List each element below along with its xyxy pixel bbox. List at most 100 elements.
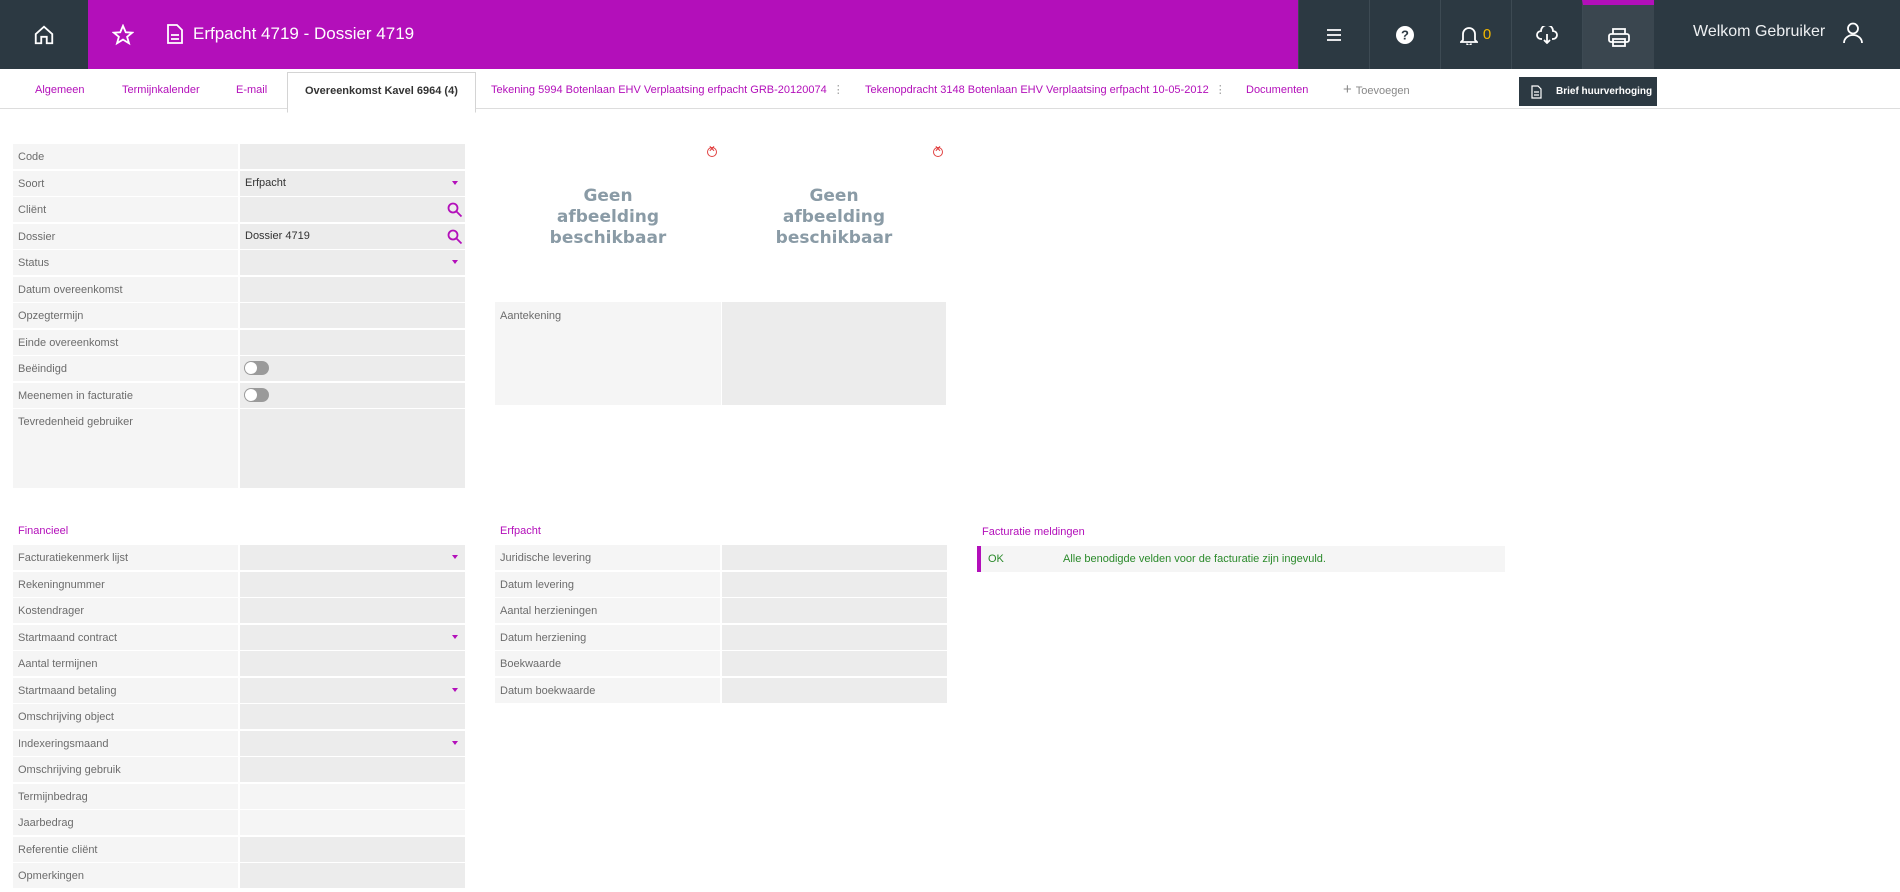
form-row: Indexeringsmaand bbox=[13, 730, 465, 757]
omschrijving-object-field[interactable] bbox=[240, 704, 465, 729]
form-row-meenemen: Meenemen in facturatie bbox=[13, 382, 465, 409]
status-select[interactable] bbox=[240, 250, 465, 275]
omschrijving-gebruik-field[interactable] bbox=[240, 757, 465, 782]
datum-boekwaarde-field[interactable] bbox=[722, 677, 947, 703]
meenemen-toggle[interactable] bbox=[244, 387, 269, 402]
facturatiekenmerk-select[interactable] bbox=[240, 545, 465, 570]
download-button[interactable] bbox=[1511, 0, 1581, 69]
document-icon bbox=[165, 22, 185, 46]
close-icon[interactable] bbox=[933, 144, 943, 157]
field-label: Datum overeenkomst bbox=[13, 276, 238, 302]
image-placeholder-1: Geen afbeelding beschikbaar bbox=[495, 142, 721, 294]
field-label: Status bbox=[13, 250, 238, 275]
field-label: Cliënt bbox=[13, 197, 238, 222]
beeindigd-toggle[interactable] bbox=[244, 361, 269, 375]
kostendrager-field[interactable] bbox=[240, 598, 465, 623]
caret-down-icon bbox=[452, 687, 458, 692]
tab-termijnkalender[interactable]: Termijnkalender bbox=[122, 69, 200, 109]
meenemen-cell bbox=[240, 382, 465, 408]
juridische-levering-field[interactable] bbox=[722, 545, 947, 570]
soort-value: Erfpacht bbox=[245, 176, 286, 189]
tooltip-label: Brief huurverhoging bbox=[1556, 86, 1653, 97]
termijnbedrag-field[interactable] bbox=[240, 783, 465, 809]
field-label: Meenemen in facturatie bbox=[13, 382, 238, 408]
tab-algemeen[interactable]: Algemeen bbox=[35, 69, 85, 109]
field-label: Rekeningnummer bbox=[13, 571, 238, 597]
form-row: Omschrijving object bbox=[13, 703, 465, 730]
plus-icon: + bbox=[1343, 81, 1352, 98]
kebab-icon[interactable]: ⋮ bbox=[833, 84, 844, 96]
tab-overeenkomst[interactable]: Overeenkomst Kavel 6964 (4) bbox=[287, 72, 476, 113]
notification-count: 0 bbox=[1482, 26, 1492, 43]
field-label: Opmerkingen bbox=[13, 863, 238, 888]
opmerkingen-field[interactable] bbox=[240, 863, 465, 888]
form-row-einde-overeenkomst: Einde overeenkomst bbox=[13, 329, 465, 356]
print-button[interactable] bbox=[1582, 0, 1654, 69]
soort-select[interactable]: Erfpacht bbox=[240, 170, 465, 196]
jaarbedrag-field[interactable] bbox=[240, 810, 465, 835]
code-field[interactable] bbox=[240, 144, 465, 169]
svg-text:?: ? bbox=[1401, 27, 1409, 42]
referentie-client-field[interactable] bbox=[240, 836, 465, 862]
close-icon[interactable] bbox=[707, 144, 717, 157]
field-label: Kostendrager bbox=[13, 598, 238, 623]
aantal-termijnen-field[interactable] bbox=[240, 651, 465, 676]
caret-down-icon bbox=[452, 260, 458, 264]
datum-overeenkomst-field[interactable] bbox=[240, 276, 465, 302]
field-label: Juridische levering bbox=[495, 545, 720, 570]
dossier-field[interactable]: Dossier 4719 bbox=[240, 223, 465, 249]
help-button[interactable]: ? bbox=[1369, 0, 1439, 69]
form-row-client: Cliënt bbox=[13, 196, 465, 223]
einde-overeenkomst-field[interactable] bbox=[240, 329, 465, 355]
indexeringsmaand-select[interactable] bbox=[240, 730, 465, 756]
field-label: Dossier bbox=[13, 223, 238, 249]
favorite-button[interactable] bbox=[108, 20, 138, 50]
startmaand-contract-select[interactable] bbox=[240, 624, 465, 650]
notifications-button[interactable]: 0 bbox=[1440, 0, 1510, 69]
datum-herziening-field[interactable] bbox=[722, 624, 947, 650]
form-row: Rekeningnummer bbox=[13, 571, 465, 598]
aantal-herzieningen-field[interactable] bbox=[722, 598, 947, 623]
field-label: Beëindigd bbox=[13, 356, 238, 381]
note-label: Aantekening bbox=[495, 302, 721, 405]
section-title-facturatie: Facturatie meldingen bbox=[982, 526, 1085, 538]
search-icon[interactable] bbox=[447, 202, 463, 218]
form-row-code: Code bbox=[13, 143, 465, 170]
rekeningnummer-field[interactable] bbox=[240, 571, 465, 597]
datum-levering-field[interactable] bbox=[722, 571, 947, 597]
form-row-opzegtermijn: Opzegtermijn bbox=[13, 302, 465, 329]
tab-documenten[interactable]: Documenten bbox=[1246, 69, 1308, 109]
caret-down-icon bbox=[452, 740, 458, 745]
bell-icon bbox=[1459, 26, 1478, 45]
tevredenheid-textarea[interactable] bbox=[240, 409, 465, 488]
tab-email[interactable]: E-mail bbox=[236, 69, 267, 109]
home-button[interactable] bbox=[0, 0, 88, 69]
field-label: Omschrijving gebruik bbox=[13, 757, 238, 782]
tab-add[interactable]: + Toevoegen bbox=[1343, 69, 1410, 109]
tab-tekenopdracht[interactable]: Tekenopdracht 3148 Botenlaan EHV Verplaa… bbox=[865, 69, 1226, 109]
startmaand-betaling-select[interactable] bbox=[240, 677, 465, 703]
form-row: Juridische levering bbox=[495, 544, 947, 571]
opzegtermijn-field[interactable] bbox=[240, 303, 465, 328]
form-row: Referentie cliënt bbox=[13, 836, 465, 863]
menu-button[interactable] bbox=[1298, 0, 1368, 69]
tab-tekening[interactable]: Tekening 5994 Botenlaan EHV Verplaatsing… bbox=[491, 69, 844, 109]
user-icon bbox=[1843, 22, 1863, 44]
boekwaarde-field[interactable] bbox=[722, 651, 947, 676]
field-label: Referentie cliënt bbox=[13, 836, 238, 862]
financieel-form: Financieel Facturatiekenmerk lijst Reken… bbox=[13, 518, 465, 889]
kebab-icon[interactable]: ⋮ bbox=[1215, 84, 1226, 96]
user-menu-button[interactable] bbox=[1843, 22, 1863, 49]
facturatie-meldingen: Facturatie meldingen OK Alle benodigde v… bbox=[977, 519, 1505, 572]
field-label: Datum levering bbox=[495, 571, 720, 597]
form-row: Datum levering bbox=[495, 571, 947, 598]
note-textarea[interactable] bbox=[722, 302, 946, 405]
caret-down-icon bbox=[452, 634, 458, 639]
image-placeholder-2: Geen afbeelding beschikbaar bbox=[721, 142, 947, 294]
dossier-value: Dossier 4719 bbox=[245, 229, 310, 242]
field-label: Aantal termijnen bbox=[13, 651, 238, 676]
beeindigd-cell bbox=[240, 356, 465, 381]
print-tooltip[interactable]: Brief huurverhoging bbox=[1519, 77, 1657, 106]
search-icon[interactable] bbox=[447, 229, 463, 245]
client-field[interactable] bbox=[240, 197, 465, 222]
